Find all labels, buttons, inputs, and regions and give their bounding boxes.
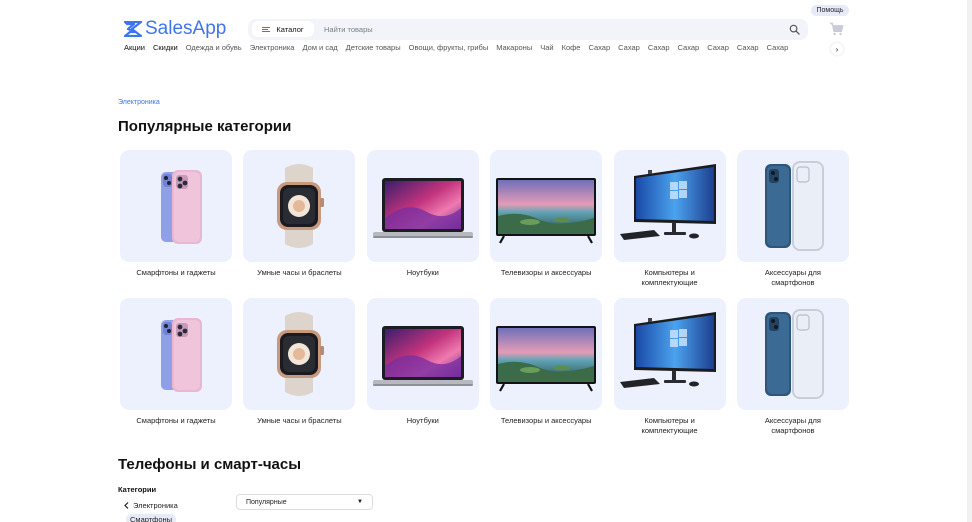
phone-case-image-graphic	[764, 161, 824, 251]
category-nav-item[interactable]: Сахар	[737, 43, 759, 55]
page-title: Популярные категории	[118, 118, 292, 135]
category-card[interactable]: Ноутбуки	[366, 298, 479, 436]
sort-select-value: Популярные	[246, 498, 287, 506]
category-nav-item[interactable]: Сахар	[767, 43, 789, 55]
filter-chip-smartphones[interactable]: Смартфоны	[126, 514, 177, 522]
tv-image[interactable]	[490, 150, 603, 262]
chevron-left-icon	[124, 502, 129, 509]
category-card[interactable]: Аксессуары для смартфонов	[736, 150, 849, 288]
category-card-label[interactable]: Аксессуары для смартфонов	[743, 268, 843, 288]
filter-back-link[interactable]: Электроника	[124, 501, 178, 510]
category-nav-item[interactable]: Сахар	[618, 43, 640, 55]
category-nav-item[interactable]: Сахар	[678, 43, 700, 55]
laptop-image-graphic	[372, 178, 473, 238]
logo-text: SalesApp	[145, 18, 227, 39]
filter-title: Категории	[118, 485, 157, 494]
computer-image[interactable]	[613, 150, 726, 262]
menu-icon	[262, 26, 271, 32]
category-card-label[interactable]: Телевизоры и аксессуары	[496, 268, 596, 278]
phone-image-graphic	[161, 170, 202, 244]
laptop-image-graphic	[372, 326, 473, 386]
category-nav-item[interactable]: Сахар	[648, 43, 670, 55]
phone-case-image[interactable]	[736, 298, 849, 410]
computer-image-graphic	[619, 164, 716, 240]
dropdown-arrow-icon: ▼	[357, 499, 363, 505]
category-nav-item[interactable]: Макароны	[496, 43, 532, 55]
sort-select[interactable]: Популярные ▼	[236, 494, 373, 510]
category-nav-item[interactable]: Овощи, фрукты, грибы	[409, 43, 489, 55]
category-card[interactable]: Ноутбуки	[366, 150, 479, 288]
tv-image-graphic	[496, 326, 597, 392]
search-icon[interactable]	[789, 24, 800, 35]
category-card[interactable]: Компьютеры и комплектующие	[613, 150, 726, 288]
category-card[interactable]: Умные часы и браслеты	[243, 298, 356, 436]
phone-case-image[interactable]	[736, 150, 849, 262]
category-card[interactable]: Смарфтоны и гаджеты	[120, 298, 232, 436]
cart-icon[interactable]	[829, 22, 844, 36]
search-bar	[248, 19, 808, 40]
category-card[interactable]: Телевизоры и аксессуары	[490, 150, 603, 288]
category-card[interactable]: Аксессуары для смартфонов	[736, 298, 849, 436]
laptop-image[interactable]	[366, 298, 479, 410]
category-grid-row-2: Смарфтоны и гаджеты Умные часы и браслет…	[120, 298, 849, 436]
logo[interactable]: SalesApp	[124, 19, 226, 39]
category-card-label[interactable]: Компьютеры и комплектующие	[620, 416, 720, 436]
phone-image[interactable]	[120, 298, 232, 410]
category-nav: Акции Скидки Одежда и обувь Электроника Дом …	[124, 43, 840, 55]
category-card[interactable]: Телевизоры и аксессуары	[490, 298, 603, 436]
computer-image[interactable]	[613, 298, 726, 410]
category-nav-item[interactable]: Акции	[124, 43, 145, 55]
watch-image[interactable]	[243, 298, 356, 410]
catalog-label: Каталог	[276, 24, 304, 34]
phone-image-graphic	[161, 318, 202, 392]
category-card-label[interactable]: Умные часы и браслеты	[249, 416, 349, 426]
category-card[interactable]: Умные часы и браслеты	[243, 150, 356, 288]
computer-image-graphic	[619, 312, 716, 388]
category-nav-item[interactable]: Одежда и обувь	[186, 43, 242, 55]
category-card-label[interactable]: Телевизоры и аксессуары	[496, 416, 596, 426]
search-input[interactable]	[324, 19, 764, 40]
logo-icon	[124, 21, 142, 37]
category-card-label[interactable]: Умные часы и браслеты	[249, 268, 349, 278]
category-card-label[interactable]: Аксессуары для смартфонов	[743, 416, 843, 436]
category-nav-item[interactable]: Кофе	[562, 43, 581, 55]
watch-image-graphic	[277, 164, 325, 248]
section-title: Телефоны и смарт-часы	[118, 456, 302, 473]
category-card-label[interactable]: Компьютеры и комплектующие	[620, 268, 720, 288]
category-nav-item[interactable]: Электроника	[250, 43, 295, 55]
phone-case-image-graphic	[764, 309, 824, 399]
laptop-image[interactable]	[366, 150, 479, 262]
scrollbar[interactable]	[967, 0, 972, 522]
category-card-label[interactable]: Ноутбуки	[373, 416, 473, 426]
watch-image-graphic	[277, 312, 325, 396]
phone-image[interactable]	[120, 150, 232, 262]
tv-image[interactable]	[490, 298, 603, 410]
category-card[interactable]: Компьютеры и комплектующие	[613, 298, 726, 436]
category-nav-item[interactable]: Детские товары	[346, 43, 401, 55]
category-card[interactable]: Смарфтоны и гаджеты	[120, 150, 232, 288]
category-nav-item[interactable]: Чай	[540, 43, 553, 55]
category-card-label[interactable]: Смарфтоны и гаджеты	[126, 416, 226, 426]
category-grid-row-1: Смарфтоны и гаджеты Умные часы и браслет…	[120, 150, 849, 288]
watch-image[interactable]	[243, 150, 356, 262]
category-card-label[interactable]: Смарфтоны и гаджеты	[126, 268, 226, 278]
category-nav-item[interactable]: Сахар	[588, 43, 610, 55]
catalog-button[interactable]: Каталог	[252, 21, 314, 37]
tv-image-graphic	[496, 178, 597, 244]
help-button[interactable]: Помощь	[811, 5, 849, 16]
category-nav-next-button[interactable]: ›	[831, 43, 843, 55]
breadcrumb[interactable]: Электроника	[118, 99, 160, 106]
category-card-label[interactable]: Ноутбуки	[373, 268, 473, 278]
category-nav-item[interactable]: Дом и сад	[302, 43, 337, 55]
category-nav-item[interactable]: Сахар	[707, 43, 729, 55]
category-nav-item[interactable]: Скидки	[153, 43, 178, 55]
filter-back-label: Электроника	[133, 501, 178, 510]
